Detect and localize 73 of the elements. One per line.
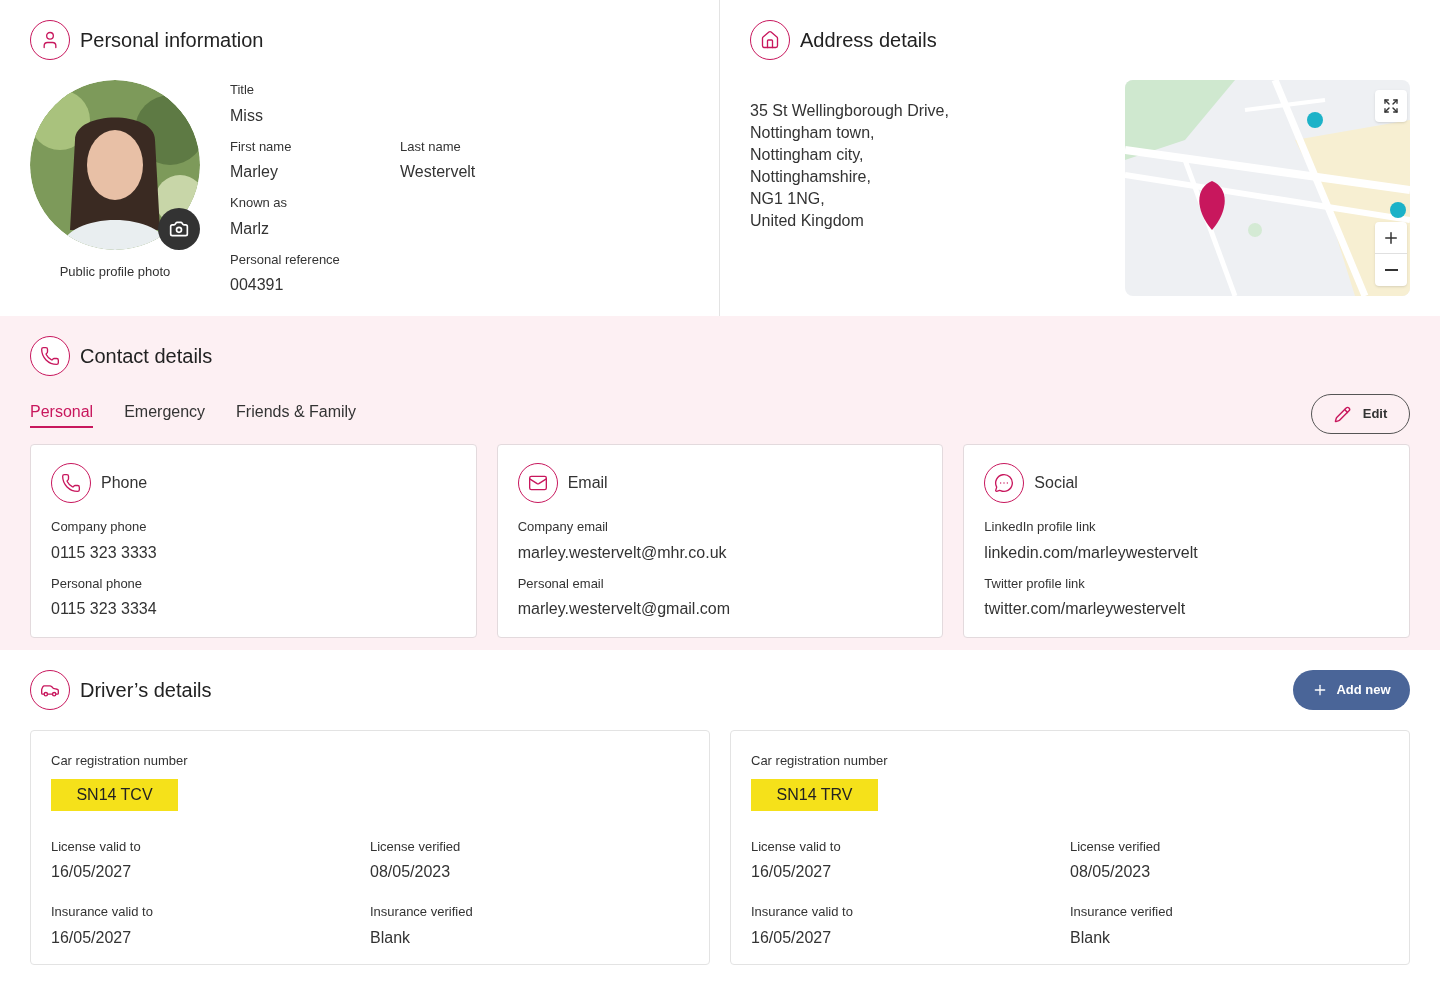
field-value: 16/05/2027 — [751, 927, 833, 948]
field-label: Car registration number — [51, 752, 189, 770]
tab[interactable]: Personal — [30, 400, 94, 428]
field-value: marley.westervelt@gmail.com — [517, 599, 732, 619]
field-label: Company email — [517, 518, 609, 536]
field-value: Miss — [230, 105, 264, 126]
field-value: 16/05/2027 — [51, 862, 133, 882]
photo-caption: Public profile photo — [59, 263, 171, 281]
field-label: Insurance verified — [1070, 903, 1174, 921]
address-line: United Kingdom — [750, 211, 865, 231]
field-label: License valid to — [751, 837, 842, 856]
tab[interactable]: Emergency — [124, 400, 206, 428]
chat-bubble-icon — [984, 463, 1025, 503]
field-value: 004391 — [230, 275, 285, 295]
field-value: Marlz — [230, 218, 271, 239]
field-value: 0115 323 3334 — [51, 599, 158, 619]
field-label: Car registration number — [751, 752, 889, 770]
field-value: marley.westervelt@mhr.co.uk — [517, 542, 728, 563]
add-new-button[interactable]: Add new — [1293, 670, 1410, 710]
field-label: Title — [230, 81, 256, 99]
field-label: Company phone — [51, 518, 148, 536]
field-label: License verified — [1070, 837, 1162, 856]
field-value: Marley — [230, 162, 279, 182]
camera-button[interactable] — [158, 208, 200, 250]
field-label: Personal email — [517, 574, 605, 593]
card-title: Social — [1034, 473, 1078, 493]
section-title: Contact details — [80, 344, 213, 369]
address-line: Nottingham city, — [750, 145, 865, 165]
minus-icon — [1384, 269, 1398, 271]
field-label: Insurance valid to — [51, 903, 154, 921]
section-title: Address details — [800, 28, 937, 53]
card-title: Phone — [101, 473, 148, 493]
field-value: Westervelt — [400, 162, 477, 182]
field-value: 16/05/2027 — [751, 862, 833, 882]
camera-icon — [169, 219, 189, 239]
house-icon — [750, 20, 790, 60]
address-line: Nottingham town, — [750, 123, 876, 143]
field-label: First name — [230, 137, 293, 156]
car-icon — [30, 670, 70, 710]
phone-icon — [30, 336, 70, 376]
field-value: 08/05/2023 — [370, 862, 452, 882]
fullscreen-icon — [1383, 98, 1399, 114]
envelope-icon — [517, 463, 558, 503]
address-line: 35 St Wellingborough Drive, — [750, 101, 949, 121]
address-line: Nottinghamshire, — [750, 167, 872, 187]
field-label: Personal reference — [230, 250, 341, 269]
field-label: Personal phone — [51, 574, 144, 593]
field-label: Last name — [400, 137, 462, 156]
field-label: License verified — [370, 837, 462, 856]
field-label: Known as — [230, 194, 289, 212]
field-value: 08/05/2023 — [1070, 862, 1152, 882]
tab[interactable]: Friends & Family — [236, 400, 357, 428]
card-title: Email — [567, 473, 608, 493]
section-title: Personal information — [80, 28, 264, 53]
section-title: Driver’s details — [80, 678, 212, 703]
field-value: linkedin.com/marleywestervelt — [984, 542, 1199, 563]
number-plate: SN14 TRV — [751, 778, 878, 811]
field-value: 0115 323 3333 — [51, 542, 158, 563]
user-icon — [30, 20, 70, 60]
field-label: License valid to — [51, 837, 142, 856]
field-value: Blank — [1070, 927, 1112, 948]
address-line: NG1 1NG, — [750, 189, 826, 209]
field-label: Twitter profile link — [984, 574, 1086, 593]
field-value: Blank — [370, 927, 412, 948]
number-plate: SN14 TCV — [51, 778, 178, 811]
field-label: Insurance verified — [370, 903, 474, 921]
field-label: LinkedIn profile link — [984, 518, 1097, 536]
field-value: twitter.com/marleywestervelt — [984, 599, 1187, 619]
field-label: Insurance valid to — [751, 903, 854, 921]
fullscreen-button[interactable] — [1375, 90, 1407, 122]
pencil-icon — [1333, 405, 1351, 423]
field-value: 16/05/2027 — [51, 927, 133, 948]
phone-icon — [51, 463, 91, 503]
